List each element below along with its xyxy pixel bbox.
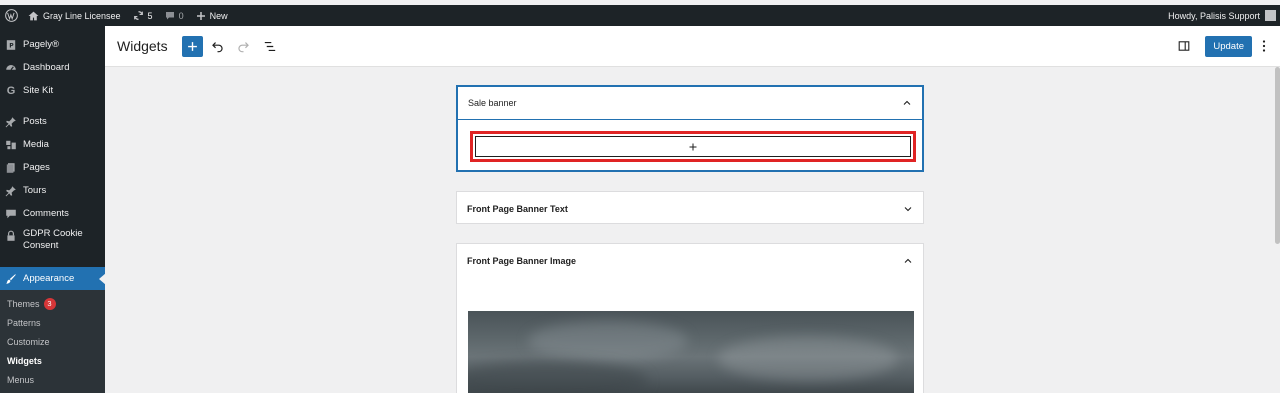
- lock-icon: [4, 229, 18, 243]
- plus-icon: [187, 41, 197, 51]
- undo-icon: [212, 41, 223, 52]
- updates-count: 5: [147, 10, 153, 21]
- submenu-label: Patterns: [7, 317, 41, 328]
- updates-icon: [133, 10, 143, 21]
- submenu-label: Customize: [7, 336, 50, 347]
- chevron-down-icon[interactable]: [903, 204, 913, 214]
- more-vertical-icon: [1262, 40, 1266, 52]
- page-scrollbar[interactable]: [1274, 67, 1280, 393]
- brush-icon: [4, 272, 18, 286]
- pages-icon: [4, 161, 18, 175]
- submenu-item-themes[interactable]: Themes 3: [0, 294, 105, 313]
- appearance-submenu: Themes 3 Patterns Customize Widgets Menu…: [0, 290, 105, 393]
- widget-area-title: Front Page Banner Image: [467, 256, 577, 266]
- redo-icon: [238, 41, 249, 52]
- menu-item-site-kit[interactable]: G Site Kit: [0, 79, 105, 102]
- submenu-item-patterns[interactable]: Patterns: [0, 313, 105, 332]
- my-account[interactable]: Howdy, Palisis Support: [1168, 10, 1280, 21]
- menu-label: Pagely®: [23, 39, 60, 50]
- menu-label: Appearance: [23, 273, 75, 284]
- menu-label: Pages: [23, 162, 50, 173]
- avatar: [1265, 10, 1276, 21]
- updates-link[interactable]: 5: [127, 5, 159, 26]
- submenu-item-widgets[interactable]: Widgets: [0, 351, 105, 370]
- submenu-label: Widgets: [7, 355, 42, 366]
- widget-area-front-page-banner-image: Front Page Banner Image: [456, 243, 924, 393]
- chevron-up-icon[interactable]: [903, 256, 913, 266]
- wordpress-logo-icon[interactable]: [0, 5, 22, 26]
- menu-item-media[interactable]: Media: [0, 133, 105, 156]
- comments-count: 0: [178, 10, 184, 21]
- widget-area-header[interactable]: Sale banner: [456, 87, 924, 120]
- submenu-label: Themes: [7, 298, 40, 309]
- menu-item-tours[interactable]: Tours: [0, 179, 105, 202]
- banner-image[interactable]: [468, 311, 914, 393]
- new-content-link[interactable]: New: [190, 5, 234, 26]
- widget-area-front-page-banner-text: Front Page Banner Text: [456, 191, 924, 224]
- widget-area-title: Front Page Banner Text: [467, 203, 568, 214]
- menu-item-comments[interactable]: Comments: [0, 202, 105, 225]
- menu-item-pagely[interactable]: P Pagely®: [0, 33, 105, 56]
- plus-icon: [196, 11, 205, 20]
- dashboard-icon: [4, 61, 18, 75]
- media-icon: [4, 138, 18, 152]
- submenu-label: Menus: [7, 374, 35, 385]
- update-count-badge: 3: [43, 297, 56, 310]
- howdy-greeting: Howdy, Palisis Support: [1168, 10, 1260, 21]
- settings-sidebar-button[interactable]: [1173, 35, 1195, 57]
- menu-label: Tours: [23, 185, 47, 196]
- new-label: New: [209, 10, 228, 21]
- menu-label: Site Kit: [23, 85, 54, 96]
- pin-icon: [4, 115, 18, 129]
- undo-button[interactable]: [207, 35, 229, 57]
- menu-label: GDPR Cookie Consent: [23, 228, 83, 251]
- submenu-item-menus[interactable]: Menus: [0, 370, 105, 389]
- site-name-link[interactable]: Gray Line Licensee: [22, 5, 127, 26]
- menu-item-appearance[interactable]: Appearance: [0, 267, 106, 290]
- admin-bar: Gray Line Licensee 5 0 New Howdy, Palisi…: [0, 5, 1280, 26]
- editor-header: Widgets Update: [105, 26, 1280, 67]
- comments-link[interactable]: 0: [159, 5, 190, 26]
- menu-item-gdpr-cookie-consent[interactable]: GDPR Cookie Consent: [0, 225, 105, 259]
- comment-icon: [165, 11, 174, 19]
- menu-label: Media: [23, 139, 49, 150]
- menu-item-dashboard[interactable]: Dashboard: [0, 56, 105, 79]
- options-button[interactable]: [1258, 35, 1270, 57]
- menu-label: Posts: [23, 116, 47, 127]
- site-name-label: Gray Line Licensee: [43, 10, 121, 21]
- menu-item-posts[interactable]: Posts: [0, 110, 105, 133]
- submenu-item-customize[interactable]: Customize: [0, 332, 105, 351]
- pin-icon: [4, 184, 18, 198]
- widget-area-sale-banner: Sale banner: [456, 85, 924, 172]
- list-view-button[interactable]: [259, 35, 281, 57]
- scrollbar-thumb[interactable]: [1275, 67, 1280, 244]
- comment-icon: [4, 207, 18, 221]
- page-title: Widgets: [117, 38, 168, 54]
- pagely-icon: P: [4, 38, 18, 52]
- update-button[interactable]: Update: [1205, 35, 1252, 57]
- block-appender[interactable]: [475, 136, 911, 157]
- list-view-icon: [264, 41, 275, 51]
- widget-area-title: Sale banner: [468, 98, 517, 108]
- plus-icon: [689, 143, 697, 150]
- sidebar-toggle-icon: [1179, 41, 1190, 51]
- widget-area-header[interactable]: Front Page Banner Text: [457, 192, 923, 225]
- widget-area-header[interactable]: Front Page Banner Image: [457, 244, 923, 278]
- redo-button[interactable]: [233, 35, 255, 57]
- svg-text:P: P: [9, 42, 14, 49]
- menu-label: Comments: [23, 208, 69, 219]
- menu-item-pages[interactable]: Pages: [0, 156, 105, 179]
- add-block-button[interactable]: [470, 131, 916, 162]
- chevron-up-icon[interactable]: [902, 98, 912, 108]
- add-block-toggle-button[interactable]: [181, 35, 203, 57]
- home-icon: [28, 11, 39, 20]
- menu-label: Dashboard: [23, 62, 70, 73]
- admin-sidebar: P Pagely® Dashboard G Site Kit Posts Med…: [0, 26, 106, 393]
- google-icon: G: [6, 84, 16, 97]
